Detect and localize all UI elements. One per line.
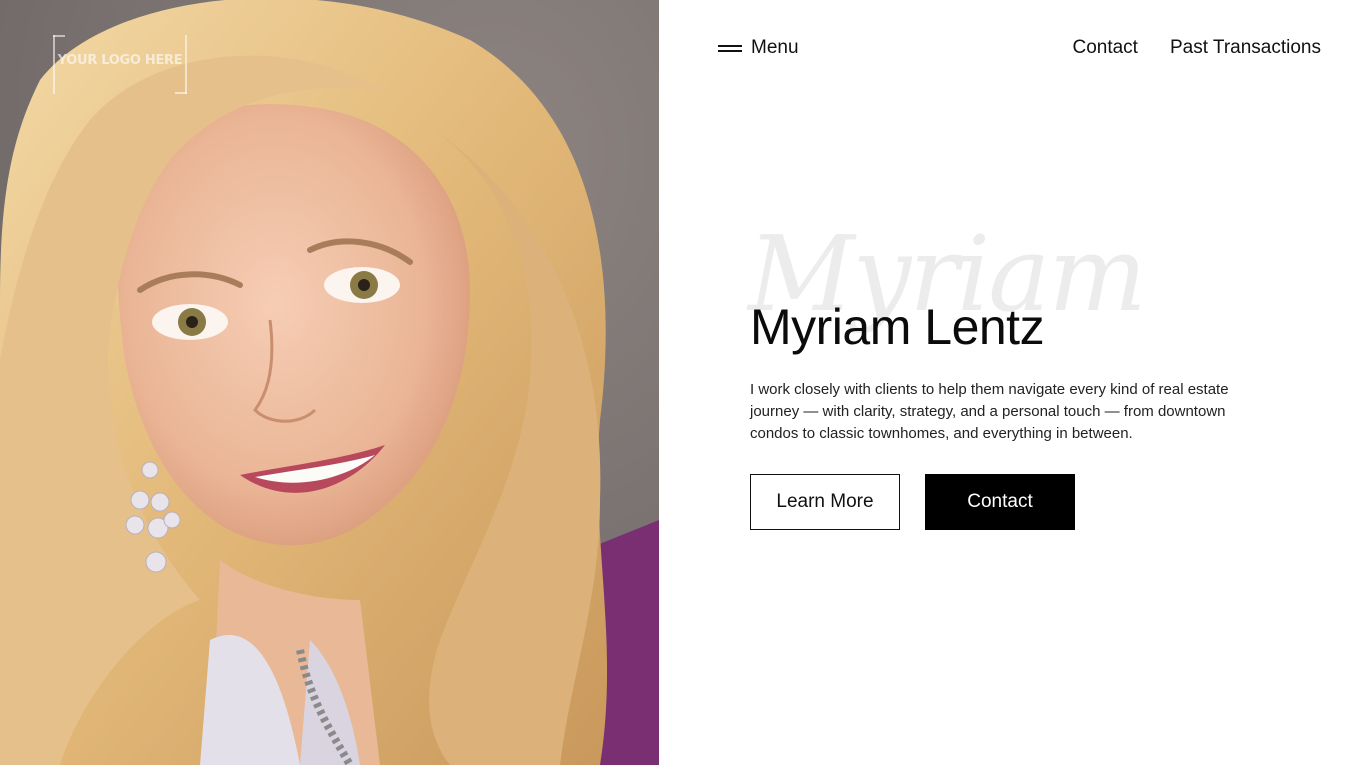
hamburger-icon	[718, 42, 742, 54]
portrait-image	[0, 0, 659, 765]
nav-link-past-transactions[interactable]: Past Transactions	[1170, 37, 1321, 59]
top-nav: Contact Past Transactions	[1072, 37, 1321, 59]
page-title: Myriam Lentz	[750, 299, 1045, 355]
logo-text: YOUR LOGO HERE	[57, 53, 183, 68]
logo[interactable]: YOUR LOGO HERE	[53, 35, 187, 94]
menu-button[interactable]: Menu	[718, 37, 799, 59]
menu-label: Menu	[751, 37, 799, 58]
contact-button[interactable]: Contact	[925, 474, 1075, 530]
hero-description: I work closely with clients to help them…	[750, 381, 1229, 442]
learn-more-button[interactable]: Learn More	[750, 474, 900, 530]
portrait-panel: YOUR LOGO HERE	[0, 0, 659, 765]
nav-link-contact[interactable]: Contact	[1072, 37, 1137, 59]
